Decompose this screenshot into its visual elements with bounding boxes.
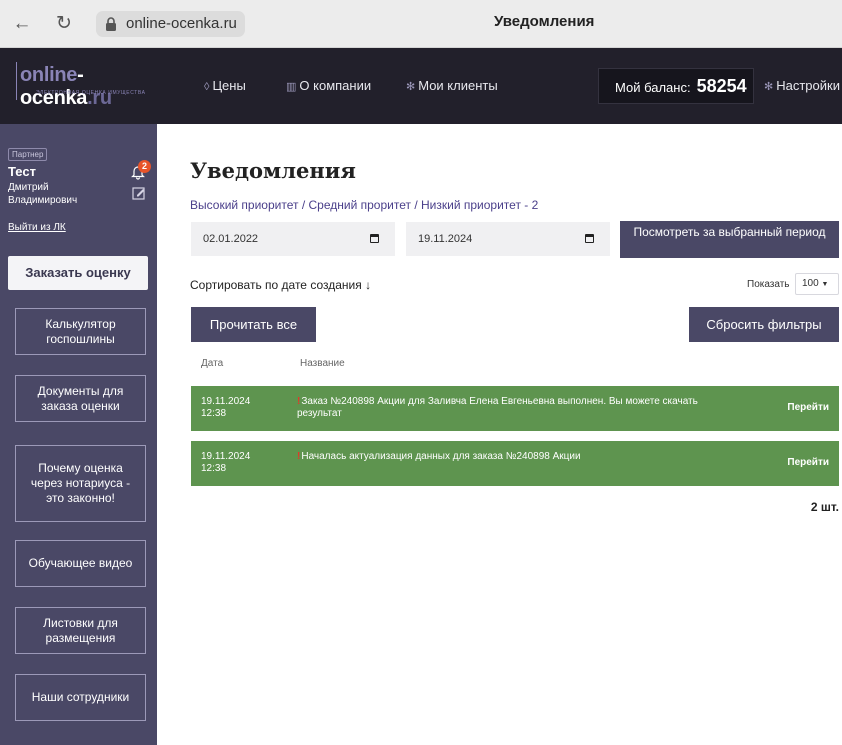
sort-by-date[interactable]: Сортировать по дате создания ↓ <box>190 278 371 292</box>
go-link[interactable]: Перейти <box>787 457 829 468</box>
balance-box: Мой баланс: 58254 <box>598 68 754 104</box>
balance-label: Мой баланс: <box>615 80 691 95</box>
nav-settings[interactable]: ✻ Настройки <box>764 78 840 93</box>
back-icon[interactable]: ← <box>12 14 32 34</box>
show-label: Показать <box>747 279 790 290</box>
notification-text: Заказ №240898 Акции для Заливча Елена Ев… <box>297 396 698 419</box>
priority-filter: Высокий приоритет / Средний проритет / Н… <box>190 198 539 212</box>
sidebar: Партнер Тест Дмитрий Владимирович 2 Выйт… <box>0 124 157 745</box>
column-header-name: Название <box>300 358 345 369</box>
url-text: online-ocenka.ru <box>126 15 237 32</box>
nav-prices[interactable]: ◊ Цены <box>204 78 246 93</box>
read-all-button[interactable]: Прочитать все <box>191 307 316 342</box>
lock-icon <box>106 17 116 31</box>
notification-time: 12:38 <box>201 463 227 474</box>
training-video-button[interactable]: Обучающее видео <box>15 540 146 587</box>
notification-row[interactable]: 19.11.2024 12:38 !Началась актуализация … <box>191 441 839 486</box>
address-bar[interactable]: online-ocenka.ru <box>96 11 245 37</box>
reset-filters-button[interactable]: Сбросить фильтры <box>689 307 839 342</box>
total-count: 2 шт. <box>810 500 839 514</box>
logo-tagline: ЭЛЕКТРОННАЯ ОЦЕНКА ИМУЩЕСТВА <box>36 90 146 96</box>
notification-date: 19.11.2024 <box>201 451 251 462</box>
clients-icon: ✻ <box>406 81 416 93</box>
edit-icon[interactable] <box>132 186 146 200</box>
notification-time: 12:38 <box>201 408 227 419</box>
order-appraisal-button[interactable]: Заказать оценку <box>8 256 148 290</box>
fee-calculator-button[interactable]: Калькулятор госпошлины <box>15 308 146 355</box>
user-name: Тест <box>8 164 36 179</box>
go-link[interactable]: Перейти <box>787 402 829 413</box>
browser-toolbar: ← ↻ online-ocenka.ru Уведомления <box>0 0 842 48</box>
documents-button[interactable]: Документы для заказа оценки <box>15 375 146 422</box>
priority-mid-link[interactable]: Средний проритет <box>309 198 411 212</box>
site-header: online-ocenka.ru ЭЛЕКТРОННАЯ ОЦЕНКА ИМУЩ… <box>0 48 842 124</box>
reload-icon[interactable]: ↻ <box>54 14 74 34</box>
browser-title: Уведомления <box>494 13 595 30</box>
tag-icon: ◊ <box>204 81 210 93</box>
date-from-input[interactable]: 02.01.2022 <box>191 222 395 256</box>
nav-about[interactable]: ▥ О компании <box>286 78 371 93</box>
alert-icon: ! <box>297 396 301 407</box>
priority-high-link[interactable]: Высокий приоритет <box>190 198 299 212</box>
page-size-select[interactable]: 100 ▼ <box>795 273 839 295</box>
notification-text: Началась актуализация данных для заказа … <box>301 451 581 462</box>
calendar-icon[interactable] <box>370 234 379 243</box>
user-patronymic: Дмитрий Владимирович <box>8 182 78 206</box>
why-notary-button[interactable]: Почему оценка через нотариуса - это зако… <box>15 445 146 522</box>
page-title: Уведомления <box>190 158 356 183</box>
chevron-down-icon: ▼ <box>821 281 829 288</box>
our-staff-button[interactable]: Наши сотрудники <box>15 674 146 721</box>
building-icon: ▥ <box>286 81 297 93</box>
nav-clients[interactable]: ✻ Мои клиенты <box>406 78 498 93</box>
notification-badge: 2 <box>138 160 151 173</box>
logo[interactable]: online-ocenka.ru ЭЛЕКТРОННАЯ ОЦЕНКА ИМУЩ… <box>16 62 148 109</box>
balance-value: 58254 <box>696 76 747 96</box>
date-to-input[interactable]: 19.11.2024 <box>406 222 610 256</box>
notification-date: 19.11.2024 <box>201 396 251 407</box>
view-period-button[interactable]: Посмотреть за выбранный период <box>620 221 839 258</box>
logout-link[interactable]: Выйти из ЛК <box>8 222 66 233</box>
leaflets-button[interactable]: Листовки для размещения <box>15 607 146 654</box>
calendar-icon[interactable] <box>585 234 594 243</box>
column-header-date: Дата <box>201 358 224 369</box>
priority-low-link[interactable]: Низкий приоритет - 2 <box>421 198 538 212</box>
role-badge: Партнер <box>8 148 48 161</box>
notification-row[interactable]: 19.11.2024 12:38 !Заказ №240898 Акции дл… <box>191 386 839 431</box>
alert-icon: ! <box>297 451 301 462</box>
gear-icon: ✻ <box>764 81 774 93</box>
